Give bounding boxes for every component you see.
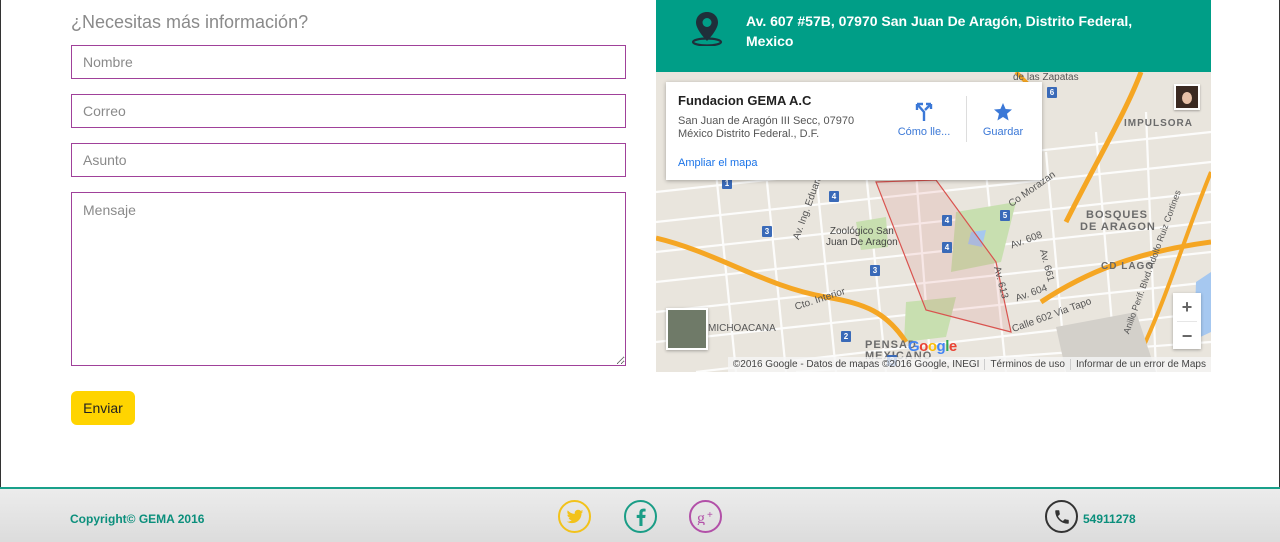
star-icon bbox=[994, 103, 1012, 121]
send-button[interactable]: Enviar bbox=[71, 391, 135, 425]
zoom-control: + − bbox=[1173, 293, 1201, 349]
satellite-toggle[interactable] bbox=[666, 308, 708, 350]
route-shield: 6 bbox=[1047, 87, 1057, 98]
place-card: Fundacion GEMA A.C San Juan de Aragón II… bbox=[666, 82, 1042, 180]
google-plus-link[interactable]: g + bbox=[689, 500, 722, 533]
map-attribution: ©2016 Google - Datos de mapas ©2016 Goog… bbox=[727, 357, 1211, 372]
address-text: Av. 607 #57B, 07970 San Juan De Aragón, … bbox=[746, 13, 1133, 49]
email-input[interactable] bbox=[71, 94, 626, 128]
map-label: DE ARAGON bbox=[1080, 221, 1156, 233]
google-plus-icon: g + bbox=[697, 510, 713, 525]
save-label: Guardar bbox=[982, 126, 1024, 138]
directions-label: Cómo lle... bbox=[897, 126, 951, 138]
address-banner: Av. 607 #57B, 07970 San Juan De Aragón, … bbox=[656, 0, 1211, 72]
message-textarea[interactable] bbox=[71, 192, 626, 366]
zoo-label-2: Juan De Aragon bbox=[826, 237, 898, 248]
zoom-out-button[interactable]: − bbox=[1173, 322, 1201, 350]
avatar-image bbox=[1176, 86, 1198, 108]
facebook-link[interactable] bbox=[624, 500, 657, 533]
route-shield: 5 bbox=[1000, 210, 1010, 221]
avatar[interactable] bbox=[1174, 84, 1200, 110]
zoom-in-button[interactable]: + bbox=[1173, 293, 1201, 321]
route-shield: 4 bbox=[942, 242, 952, 253]
twitter-icon bbox=[566, 509, 583, 523]
map-label: MICHOACANA bbox=[708, 323, 776, 334]
zoo-label: Zoológico San bbox=[829, 226, 894, 237]
svg-text:g: g bbox=[697, 510, 705, 525]
directions-button[interactable]: Cómo lle... bbox=[888, 92, 960, 138]
phone-number: 54911278 bbox=[1083, 512, 1136, 526]
phone-icon bbox=[1045, 500, 1078, 533]
attribution-text: ©2016 Google - Datos de mapas ©2016 Goog… bbox=[732, 359, 980, 370]
svg-text:+: + bbox=[707, 510, 713, 521]
route-shield: 4 bbox=[942, 215, 952, 226]
google-logo: Google bbox=[908, 338, 957, 355]
footer: Copyright© GEMA 2016 g + 54911278 bbox=[0, 487, 1280, 542]
map-label: BOSQUES bbox=[1086, 209, 1149, 221]
subject-input[interactable] bbox=[71, 143, 626, 177]
terms-link[interactable]: Términos de uso bbox=[984, 359, 1070, 370]
map-label: Zoológico San Juan De Aragon bbox=[826, 226, 898, 248]
map-label: IMPULSORA bbox=[1124, 118, 1193, 129]
route-shield: 3 bbox=[762, 226, 772, 237]
route-shield: 3 bbox=[870, 265, 880, 276]
facebook-icon bbox=[636, 508, 646, 526]
map-pin-icon bbox=[690, 10, 724, 51]
google-map[interactable]: de las Zapatas IMPULSORA BOSQUES DE ARAG… bbox=[656, 72, 1211, 372]
copyright-text: Copyright© GEMA 2016 bbox=[70, 512, 205, 526]
save-place-button[interactable]: Guardar bbox=[972, 92, 1034, 138]
route-shield: 2 bbox=[841, 331, 851, 342]
name-input[interactable] bbox=[71, 45, 626, 79]
directions-icon bbox=[915, 102, 933, 121]
enlarge-map-link[interactable]: Ampliar el mapa bbox=[678, 157, 757, 169]
place-address: San Juan de Aragón III Secc, 07970 Méxic… bbox=[678, 115, 855, 140]
route-shield: 4 bbox=[829, 191, 839, 202]
place-name: Fundacion GEMA A.C bbox=[678, 93, 812, 108]
card-divider bbox=[966, 96, 967, 142]
report-error-link[interactable]: Informar de un error de Maps bbox=[1069, 359, 1211, 370]
form-title: ¿Necesitas más información? bbox=[71, 12, 309, 32]
twitter-link[interactable] bbox=[558, 500, 591, 533]
